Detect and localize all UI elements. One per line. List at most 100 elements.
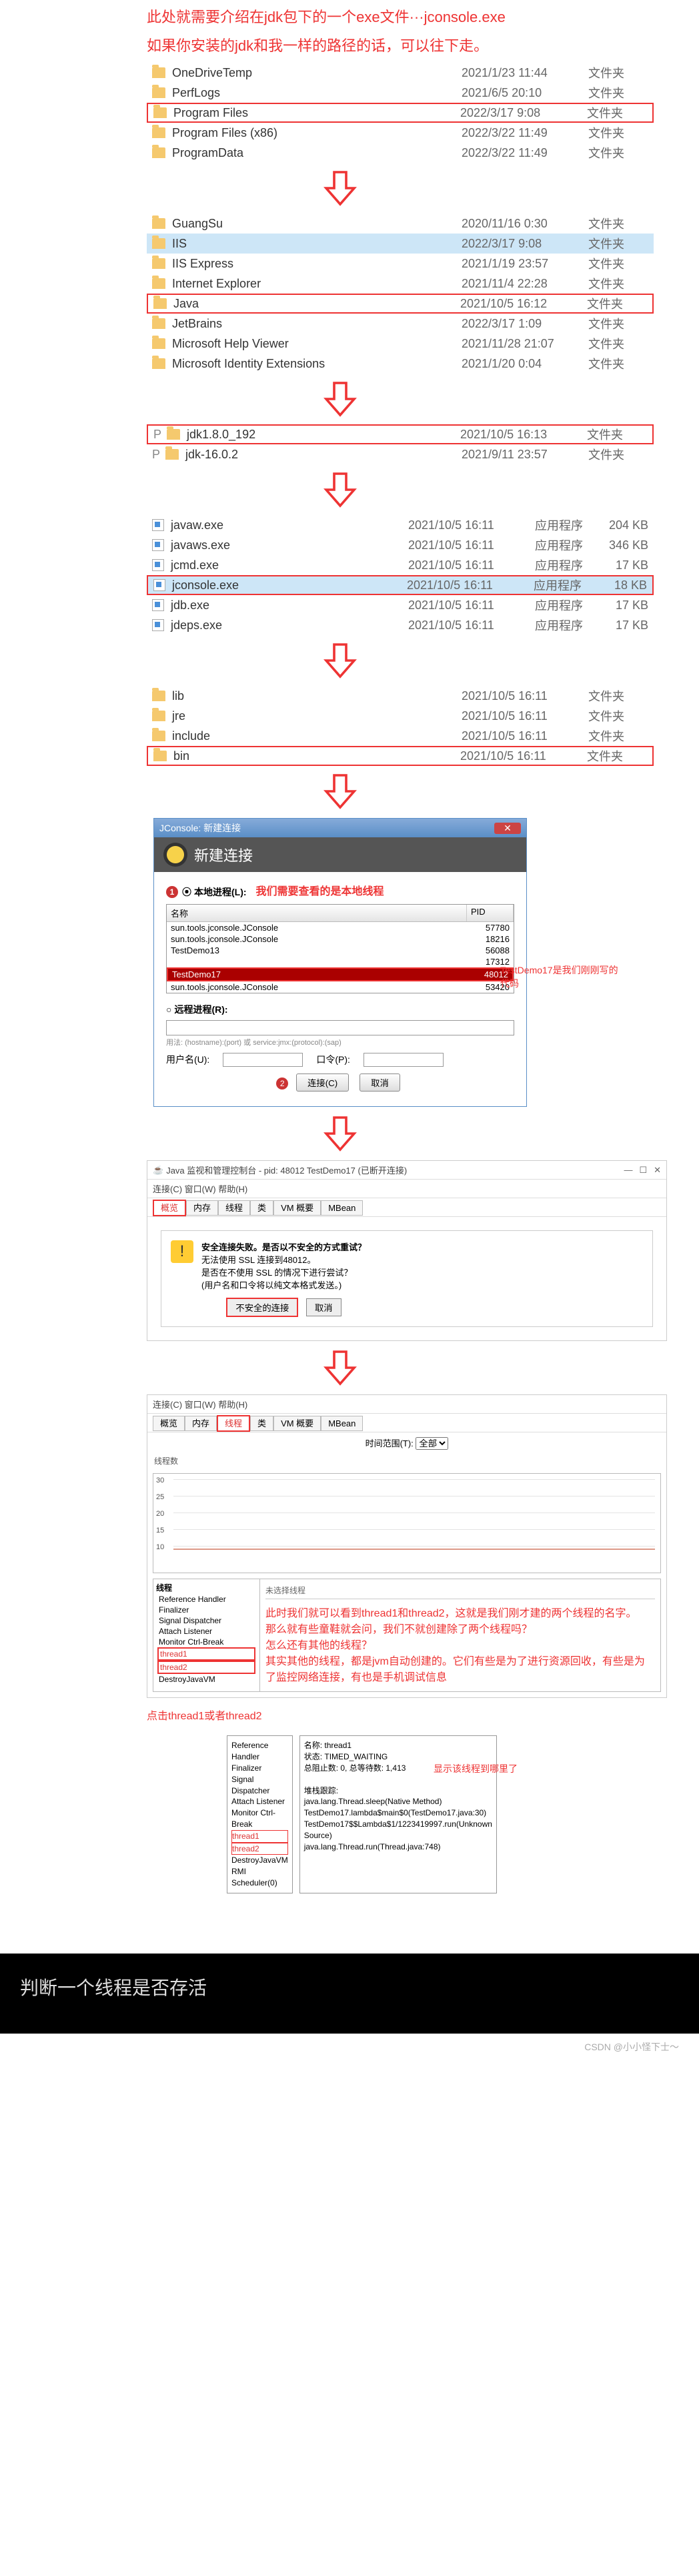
file-row[interactable]: bin2021/10/5 16:11文件夹 [147, 746, 654, 766]
file-row[interactable]: jdeps.exe2021/10/5 16:11应用程序17 KB [147, 615, 654, 635]
thread-item[interactable]: Signal Dispatcher [157, 1615, 255, 1626]
folder-icon [152, 238, 165, 249]
maximize-icon[interactable]: ☐ [639, 1165, 647, 1176]
pass-input[interactable] [364, 1053, 444, 1067]
cancel-button[interactable]: 取消 [360, 1074, 400, 1092]
chart-title: 线程数 [147, 1454, 666, 1468]
file-row[interactable]: Java2021/10/5 16:12文件夹 [147, 294, 654, 314]
tabs[interactable]: 概览内存线程类VM 概要MBean [147, 1198, 666, 1217]
process-row[interactable]: TestDemo1356088 [167, 945, 514, 956]
tab-类[interactable]: 类 [250, 1200, 273, 1216]
remote-hint: 用法: (hostname):(port) 或 service:jmx:(pro… [166, 1037, 514, 1047]
file-row[interactable]: Pjdk1.8.0_1922021/10/5 16:13文件夹 [147, 424, 654, 444]
file-row[interactable]: Program Files2022/3/17 9:08文件夹 [147, 103, 654, 123]
intro-line2: 如果你安装的jdk和我一样的路径的话，可以往下走。 [147, 34, 534, 57]
file-row[interactable]: javaws.exe2021/10/5 16:11应用程序346 KB [147, 535, 654, 555]
thread-item[interactable]: thread1 [157, 1647, 255, 1661]
watermark: CSDN @小小怪下士～ [0, 2034, 699, 2060]
dialog-header: 新建连接 [154, 837, 526, 872]
process-row[interactable]: sun.tools.jconsole.JConsole18216 [167, 933, 514, 945]
local-label[interactable]: 本地进程(L): [194, 885, 247, 899]
thread-item[interactable]: DestroyJavaVM [157, 1674, 255, 1685]
folder-icon [152, 127, 165, 138]
file-row[interactable]: javaw.exe2021/10/5 16:11应用程序204 KB [147, 515, 654, 535]
remote-input[interactable] [166, 1020, 514, 1035]
folder-icon [152, 218, 165, 229]
folder-icon [152, 691, 165, 701]
tab-内存[interactable]: 内存 [186, 1200, 218, 1216]
folder-icon [152, 278, 165, 289]
file-row[interactable]: OneDriveTemp2021/1/23 11:44文件夹 [147, 63, 654, 83]
proc-note: TestDemo17是我们刚刚写的代码 [500, 963, 620, 990]
tab-线程[interactable]: 线程 [217, 1415, 250, 1432]
tab-VM 概要[interactable]: VM 概要 [273, 1416, 321, 1431]
file-row[interactable]: GuangSu2020/11/16 0:30文件夹 [147, 213, 654, 234]
user-label: 用户名(U): [166, 1053, 209, 1067]
close-icon[interactable]: ✕ [654, 1165, 661, 1176]
close-icon[interactable]: ✕ [494, 823, 521, 834]
tab-MBean[interactable]: MBean [321, 1200, 363, 1216]
file-row[interactable]: Internet Explorer2021/11/4 22:28文件夹 [147, 274, 654, 294]
tab-VM 概要[interactable]: VM 概要 [273, 1200, 321, 1216]
file-row[interactable]: JetBrains2022/3/17 1:09文件夹 [147, 314, 654, 334]
titlebar[interactable]: ☕ Java 监视和管理控制台 - pid: 48012 TestDemo17 … [147, 1161, 666, 1180]
file-row[interactable]: lib2021/10/5 16:11文件夹 [147, 686, 654, 706]
process-row[interactable]: TestDemo1748012 [167, 967, 514, 981]
file-row[interactable]: jcmd.exe2021/10/5 16:11应用程序17 KB [147, 555, 654, 575]
menubar[interactable]: 连接(C) 窗口(W) 帮助(H) [147, 1395, 666, 1414]
file-row[interactable]: jre2021/10/5 16:11文件夹 [147, 706, 654, 726]
section-heading: 判断一个线程是否存活 [20, 1974, 679, 2000]
tab-类[interactable]: 类 [250, 1416, 273, 1431]
menubar[interactable]: 连接(C) 窗口(W) 帮助(H) [147, 1180, 666, 1198]
process-list[interactable]: 名称PID sun.tools.jconsole.JConsole57780su… [166, 904, 514, 993]
timerange-select[interactable]: 全部 [416, 1437, 448, 1450]
tabs[interactable]: 概览内存线程类VM 概要MBean [147, 1414, 666, 1432]
file-row[interactable]: Pjdk-16.0.22021/9/11 23:57文件夹 [147, 444, 654, 464]
file-row[interactable]: Program Files (x86)2022/3/22 11:49文件夹 [147, 123, 654, 143]
exe-icon [152, 519, 164, 531]
file-row[interactable]: IIS2022/3/17 9:08文件夹 [147, 234, 654, 254]
file-row[interactable]: PerfLogs2021/6/5 20:10文件夹 [147, 83, 654, 103]
exe-icon [152, 539, 164, 551]
thread-item[interactable]: Reference Handler [157, 1594, 255, 1605]
thread-list[interactable]: 线程 Reference HandlerFinalizerSignal Disp… [153, 1579, 260, 1691]
tab-概览[interactable]: 概览 [153, 1416, 185, 1431]
file-row[interactable]: jdb.exe2021/10/5 16:11应用程序17 KB [147, 595, 654, 615]
file-row[interactable]: ProgramData2022/3/22 11:49文件夹 [147, 143, 654, 163]
tab-线程[interactable]: 线程 [218, 1200, 250, 1216]
titlebar[interactable]: JConsole: 新建连接 ✕ [154, 819, 526, 837]
dark-section: 判断一个线程是否存活 [0, 1954, 699, 2034]
minimize-icon[interactable]: — [624, 1165, 632, 1176]
tab-MBean[interactable]: MBean [321, 1416, 363, 1431]
file-row[interactable]: Microsoft Identity Extensions2021/1/20 0… [147, 354, 654, 374]
file-row[interactable]: Microsoft Help Viewer2021/11/28 21:07文件夹 [147, 334, 654, 354]
dlg-line: 无法使用 SSL 连接到48012。 [201, 1255, 315, 1265]
process-row[interactable]: sun.tools.jconsole.JConsole53420 [167, 981, 514, 993]
thread-list-small[interactable]: Reference HandlerFinalizerSignal Dispatc… [227, 1735, 293, 1893]
cancel-button[interactable]: 取消 [306, 1298, 341, 1316]
connect-button[interactable]: 连接(C) [296, 1074, 349, 1092]
thread-header: 线程 [156, 1583, 172, 1593]
file-row[interactable]: jconsole.exe2021/10/5 16:11应用程序18 KB [147, 575, 654, 595]
click-note: 点击thread1或者thread2 [147, 1709, 534, 1725]
file-row[interactable]: IIS Express2021/1/19 23:57文件夹 [147, 254, 654, 274]
tab-内存[interactable]: 内存 [185, 1416, 217, 1431]
user-input[interactable] [223, 1053, 303, 1067]
folder-icon [152, 338, 165, 349]
folder-icon [152, 87, 165, 98]
process-row[interactable]: 17312 [167, 956, 514, 967]
arrow-down-icon [320, 1348, 360, 1388]
tab-概览[interactable]: 概览 [153, 1200, 186, 1216]
process-row[interactable]: sun.tools.jconsole.JConsole57780 [167, 922, 514, 933]
thread-item[interactable]: Monitor Ctrl-Break [157, 1637, 255, 1647]
thread-item[interactable]: Finalizer [157, 1605, 255, 1615]
arrow-down-icon [320, 470, 360, 510]
remote-label[interactable]: 远程进程(R): [174, 1003, 227, 1016]
thread-item[interactable]: Attach Listener [157, 1626, 255, 1637]
arrow-down-icon [320, 379, 360, 419]
thread-item[interactable]: thread2 [157, 1661, 255, 1674]
file-table-4: javaw.exe2021/10/5 16:11应用程序204 KBjavaws… [147, 515, 654, 635]
file-row[interactable]: include2021/10/5 16:11文件夹 [147, 726, 654, 746]
exe-icon [152, 619, 164, 631]
insecure-button[interactable]: 不安全的连接 [226, 1298, 298, 1317]
